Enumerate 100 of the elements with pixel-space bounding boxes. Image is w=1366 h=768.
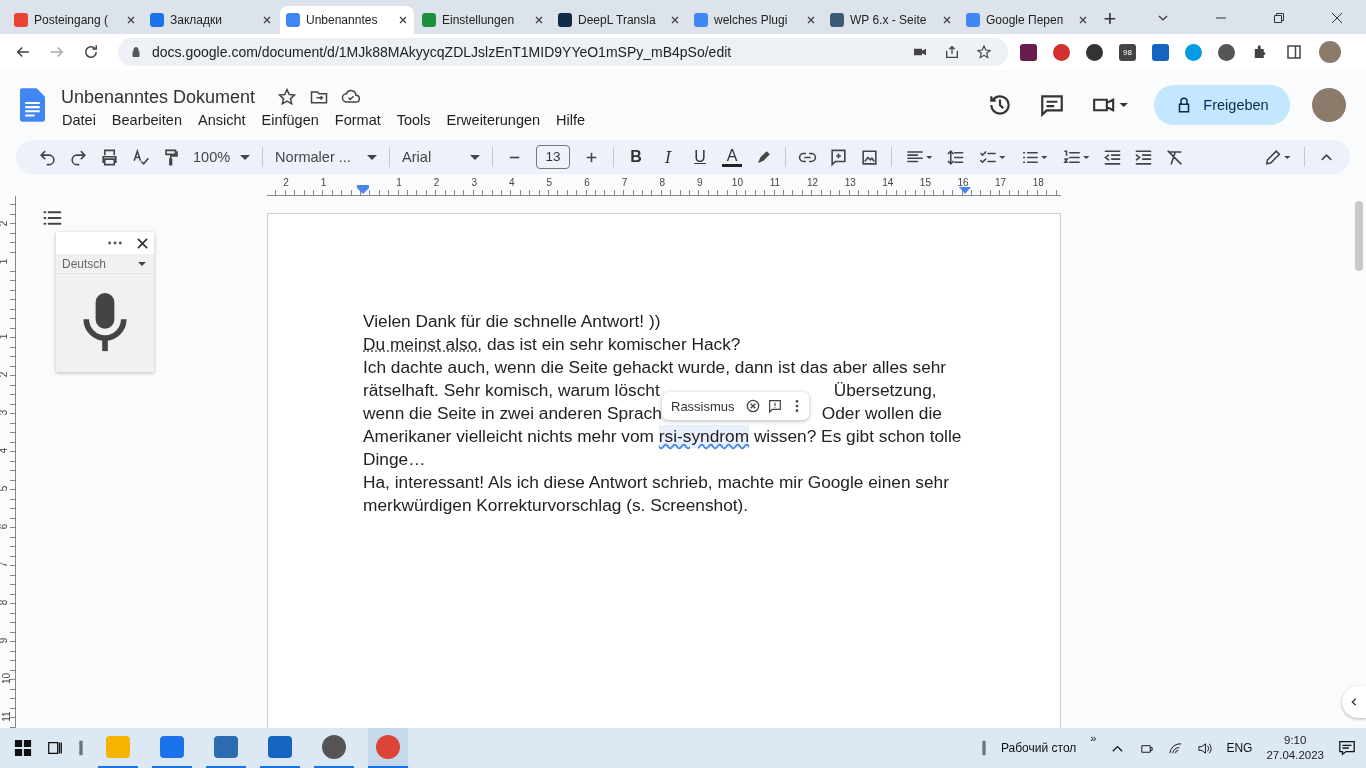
close-icon[interactable] bbox=[398, 15, 408, 25]
spelling-underlined-text[interactable]: rsi-syndrom bbox=[658, 425, 750, 448]
browser-tab[interactable]: Posteingang ( bbox=[8, 6, 142, 34]
dismiss-icon[interactable] bbox=[744, 398, 761, 414]
menu-item[interactable]: Hilfe bbox=[556, 111, 594, 128]
extension-icon[interactable] bbox=[1020, 43, 1037, 61]
indent-marker-icon[interactable] bbox=[959, 185, 971, 195]
wifi-icon[interactable] bbox=[1168, 740, 1184, 756]
indent-marker-icon[interactable] bbox=[357, 185, 369, 195]
clock-date[interactable]: 27.04.2023 bbox=[1266, 748, 1324, 763]
close-icon[interactable] bbox=[670, 15, 680, 25]
side-panel-icon[interactable] bbox=[1285, 43, 1303, 61]
menu-item[interactable]: Bearbeiten bbox=[111, 111, 190, 128]
menu-item[interactable]: Ansicht bbox=[198, 111, 254, 128]
ruler-number: 8 bbox=[659, 177, 665, 188]
extension-icon[interactable] bbox=[1086, 43, 1103, 61]
document-title[interactable]: Unbenanntes Dokument bbox=[61, 86, 256, 108]
side-panel-toggle[interactable] bbox=[1342, 686, 1366, 718]
print-icon[interactable] bbox=[100, 147, 119, 167]
document-text: das ist ein sehr komischer Hack? bbox=[485, 333, 741, 356]
line-spacing-icon[interactable] bbox=[946, 147, 966, 167]
browser-tab[interactable]: Google Переп bbox=[960, 6, 1094, 34]
docs-logo-icon[interactable] bbox=[20, 88, 45, 122]
ruler-number: 2 bbox=[283, 177, 289, 188]
text-color-button[interactable]: A bbox=[722, 147, 743, 167]
close-icon[interactable] bbox=[942, 15, 952, 25]
browser-tab[interactable]: Einstellungen bbox=[416, 6, 550, 34]
comment-add-icon[interactable] bbox=[829, 147, 849, 167]
menu-item[interactable]: Erweiterungen bbox=[446, 111, 549, 128]
taskbar-app[interactable] bbox=[368, 728, 408, 768]
microphone-icon[interactable] bbox=[82, 293, 128, 353]
extension-icon[interactable] bbox=[1152, 43, 1169, 61]
indent-increase-icon[interactable] bbox=[1134, 147, 1154, 167]
ruler-number: 5 bbox=[546, 177, 553, 188]
menu-item[interactable]: Format bbox=[334, 111, 389, 128]
suggestion-text[interactable]: Rassismus bbox=[671, 398, 735, 414]
ruler-number: 10 bbox=[731, 177, 743, 188]
paint-roller-icon[interactable] bbox=[162, 147, 181, 167]
zoom-dropdown[interactable]: 100% bbox=[193, 149, 251, 165]
close-icon[interactable] bbox=[1078, 15, 1088, 25]
more-icon[interactable] bbox=[107, 241, 123, 245]
browser-tab[interactable]: DeepL Transla bbox=[552, 6, 686, 34]
scrollbar-thumb[interactable] bbox=[1355, 201, 1363, 271]
close-icon[interactable] bbox=[534, 15, 544, 25]
language-dropdown[interactable]: Deutsch bbox=[56, 254, 154, 274]
address-bar[interactable]: docs.google.com/document/d/1MJk88MAkyycqZDLJslzEnT1MID9YYeO1mSPy_mB4pSo/edit bbox=[118, 38, 1008, 66]
avatar[interactable] bbox=[1319, 41, 1341, 63]
ruler-number: 12 bbox=[807, 177, 819, 188]
ruler-number: 9 bbox=[0, 637, 10, 644]
comment-icon[interactable] bbox=[1039, 92, 1065, 118]
extension-icon[interactable] bbox=[1218, 43, 1235, 61]
browser-tab[interactable]: welches Plugi bbox=[688, 6, 822, 34]
notification-icon[interactable] bbox=[1338, 739, 1356, 757]
favicon-icon bbox=[422, 13, 436, 27]
overflow-text[interactable]: » bbox=[1090, 732, 1097, 744]
task-view-icon[interactable] bbox=[46, 739, 64, 757]
close-icon[interactable] bbox=[262, 15, 272, 25]
indent-decrease-icon[interactable] bbox=[1103, 147, 1123, 167]
desktop-toolbar-label[interactable]: Рабочий стол bbox=[1000, 741, 1077, 755]
spellcheck-icon[interactable] bbox=[131, 147, 150, 167]
font-dropdown[interactable]: Arial bbox=[402, 149, 481, 165]
browser-tab[interactable]: Unbenanntes bbox=[280, 6, 414, 34]
star-icon[interactable] bbox=[976, 44, 992, 60]
close-icon[interactable] bbox=[137, 237, 148, 249]
share-button[interactable]: Freigeben bbox=[1154, 85, 1290, 125]
restore-icon[interactable] bbox=[1273, 12, 1285, 24]
input-language[interactable]: ENG bbox=[1226, 741, 1253, 755]
speaker-icon[interactable] bbox=[1197, 740, 1213, 756]
outline-icon[interactable] bbox=[42, 208, 62, 228]
share-icon[interactable] bbox=[944, 44, 960, 60]
grammar-underlined-text[interactable]: Du meinst also, bbox=[363, 333, 483, 356]
menu-item[interactable]: Tools bbox=[396, 111, 439, 128]
underline-button[interactable]: U bbox=[690, 148, 711, 166]
bold-button[interactable]: B bbox=[626, 148, 647, 166]
style-dropdown[interactable]: Normaler ... bbox=[275, 149, 378, 165]
clear-format-icon[interactable] bbox=[1165, 147, 1185, 167]
history-icon[interactable] bbox=[987, 92, 1013, 118]
reload-icon[interactable] bbox=[82, 43, 100, 61]
feedback-icon[interactable] bbox=[766, 398, 783, 414]
browser-tab[interactable]: Закладки bbox=[144, 6, 278, 34]
close-icon[interactable] bbox=[806, 15, 816, 25]
windows-start-icon[interactable] bbox=[14, 739, 32, 757]
menu-item[interactable]: Datei bbox=[62, 111, 104, 128]
document-text: Vielen Dank für die schnelle Antwort! )) bbox=[363, 310, 661, 333]
browser-tab[interactable]: WP 6.x - Seite bbox=[824, 6, 958, 34]
favicon-icon bbox=[558, 13, 572, 27]
image-icon[interactable] bbox=[860, 147, 880, 167]
url-text: docs.google.com/document/d/1MJk88MAkyycqZDLJslzEnT1MID9YYeO1mSPy_mB4pSo/edit bbox=[152, 44, 732, 60]
extension-badge[interactable]: 98 bbox=[1119, 43, 1136, 61]
new-tab-button[interactable]: + bbox=[1096, 4, 1124, 34]
font-size-field[interactable]: 13 bbox=[536, 145, 571, 169]
star-icon[interactable] bbox=[277, 87, 298, 107]
close-icon[interactable] bbox=[126, 15, 136, 25]
clock-time[interactable]: 9:10 bbox=[1284, 733, 1307, 748]
menu-item[interactable]: Einfügen bbox=[261, 111, 327, 128]
document-text: Ich dachte auch, wenn die Seite gehackt wurde, dann ist das aber alles sehr bbox=[363, 356, 947, 379]
close-icon[interactable] bbox=[1331, 12, 1343, 24]
avatar[interactable] bbox=[1312, 88, 1346, 122]
italic-button[interactable]: I bbox=[658, 147, 679, 167]
separator-icon bbox=[980, 739, 987, 757]
